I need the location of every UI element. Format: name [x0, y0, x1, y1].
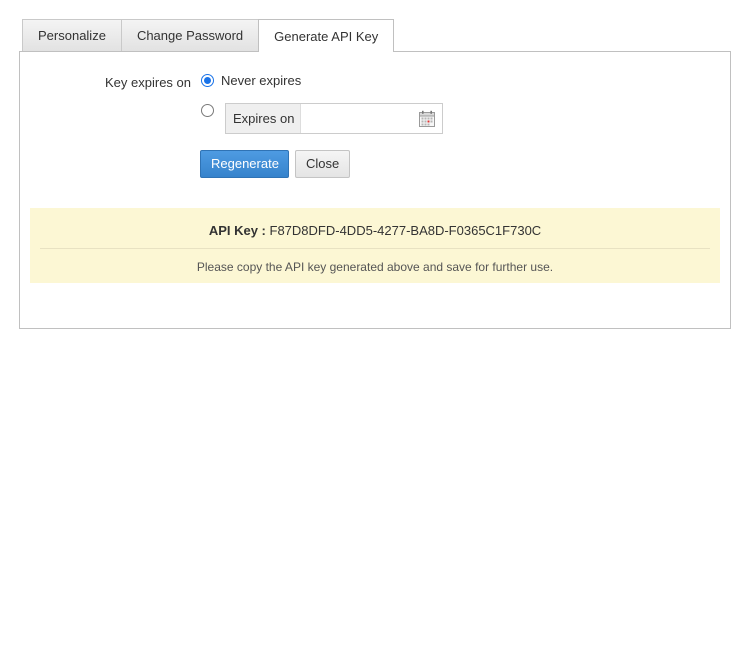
calendar-icon[interactable] [412, 104, 442, 133]
api-key-value: F87D8DFD-4DD5-4277-BA8D-F0365C1F730C [269, 223, 542, 238]
api-key-panel: Key expires on Never expires Expires on [19, 51, 731, 329]
close-button[interactable]: Close [295, 150, 350, 178]
api-key-notice: API Key : F87D8DFD-4DD5-4277-BA8D-F0365C… [30, 208, 720, 283]
expires-on-date-group: Expires on [225, 103, 443, 134]
tab-personalize[interactable]: Personalize [22, 19, 122, 51]
api-key-note: Please copy the API key generated above … [196, 260, 554, 274]
tab-change-password[interactable]: Change Password [120, 19, 260, 51]
expires-on-date-input[interactable] [301, 104, 412, 133]
tab-generate-api-key[interactable]: Generate API Key [258, 19, 395, 52]
key-expires-label: Key expires on [105, 75, 191, 90]
api-key-label: API Key : [208, 223, 266, 238]
divider [40, 248, 710, 249]
expires-on-radio[interactable] [201, 104, 214, 117]
tab-bar: Personalize Change Password Generate API… [22, 19, 395, 52]
regenerate-button[interactable]: Regenerate [200, 150, 289, 178]
never-expires-label[interactable]: Never expires [221, 73, 301, 88]
expires-on-label: Expires on [226, 104, 301, 133]
api-key-line: API Key : F87D8DFD-4DD5-4277-BA8D-F0365C… [30, 223, 720, 238]
never-expires-radio[interactable] [201, 74, 214, 87]
